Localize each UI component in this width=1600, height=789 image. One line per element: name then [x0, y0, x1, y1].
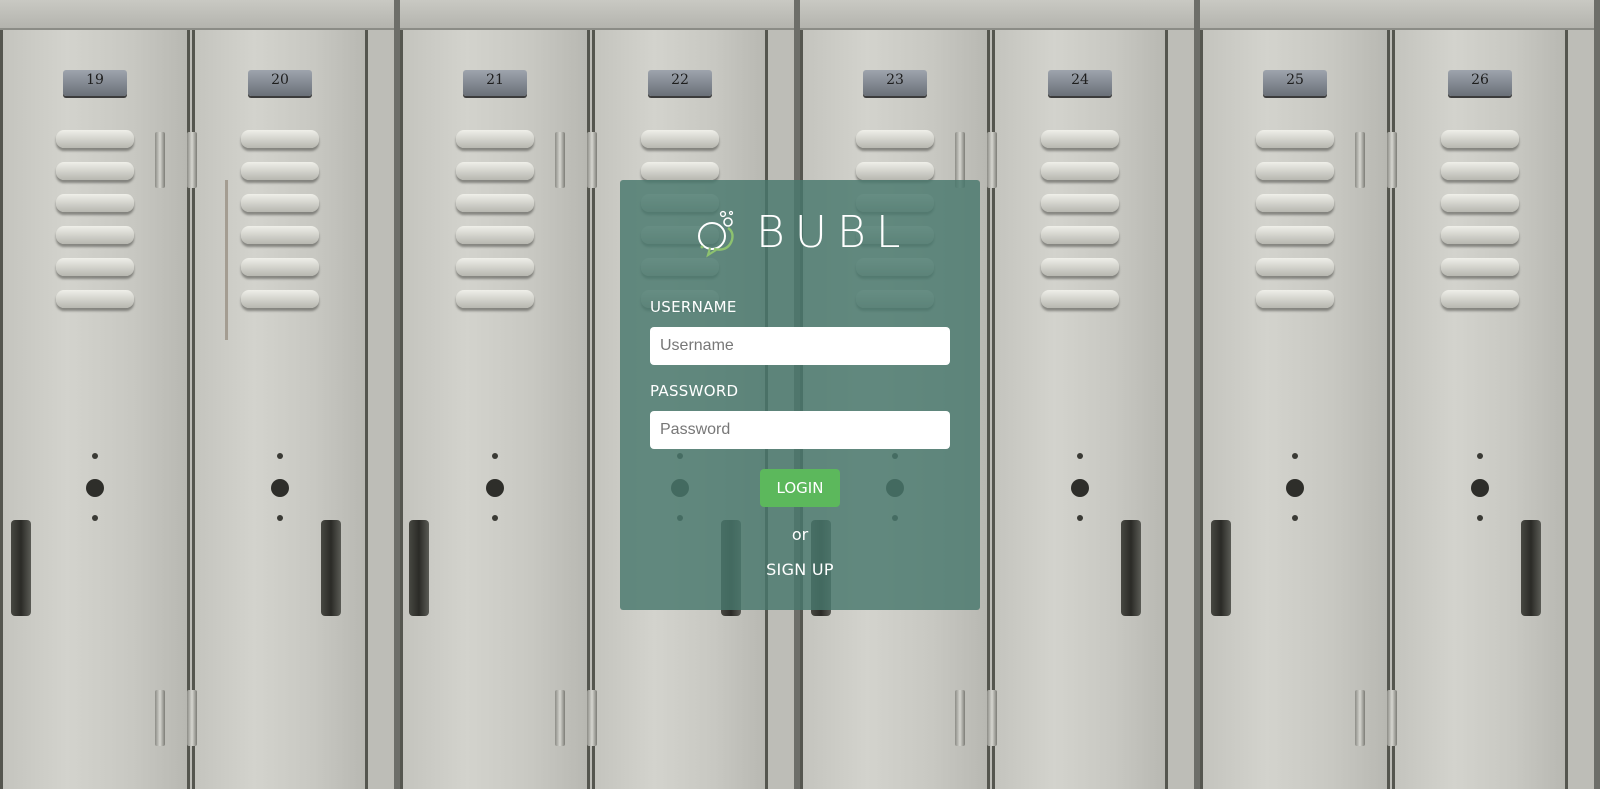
locker-handle: [11, 520, 31, 616]
locker-handle: [409, 520, 429, 616]
speech-bubble-icon: [698, 210, 734, 258]
password-input[interactable]: [650, 411, 950, 449]
login-panel: BUBL USERNAME PASSWORD LOGIN or SIGN UP: [620, 180, 980, 610]
locker: 25: [1200, 30, 1390, 789]
locker-number: 19: [63, 70, 127, 96]
locker: 21: [400, 30, 590, 789]
locker-number: 21: [463, 70, 527, 96]
brand-logo: BUBL: [694, 208, 910, 258]
locker-handle: [1121, 520, 1141, 616]
password-label: PASSWORD: [650, 382, 739, 400]
locker-handle: [1521, 520, 1541, 616]
locker: 19: [0, 30, 190, 789]
locker-number: 24: [1048, 70, 1112, 96]
login-button[interactable]: LOGIN: [760, 469, 840, 507]
locker: 20: [187, 30, 368, 789]
locker-bank: 19 20: [0, 0, 400, 789]
locker: 26: [1387, 30, 1568, 789]
locker: 24: [987, 30, 1168, 789]
locker-handle: [1211, 520, 1231, 616]
locker-number: 22: [648, 70, 712, 96]
signup-link[interactable]: SIGN UP: [620, 560, 980, 579]
brand-name: BUBL: [756, 207, 911, 258]
locker-number: 25: [1263, 70, 1327, 96]
locker-handle: [321, 520, 341, 616]
locker-number: 20: [248, 70, 312, 96]
username-label: USERNAME: [650, 298, 737, 316]
username-input[interactable]: [650, 327, 950, 365]
locker-number: 23: [863, 70, 927, 96]
locker-bank: 25 26: [1200, 0, 1600, 789]
or-separator: or: [791, 525, 809, 544]
locker-number: 26: [1448, 70, 1512, 96]
